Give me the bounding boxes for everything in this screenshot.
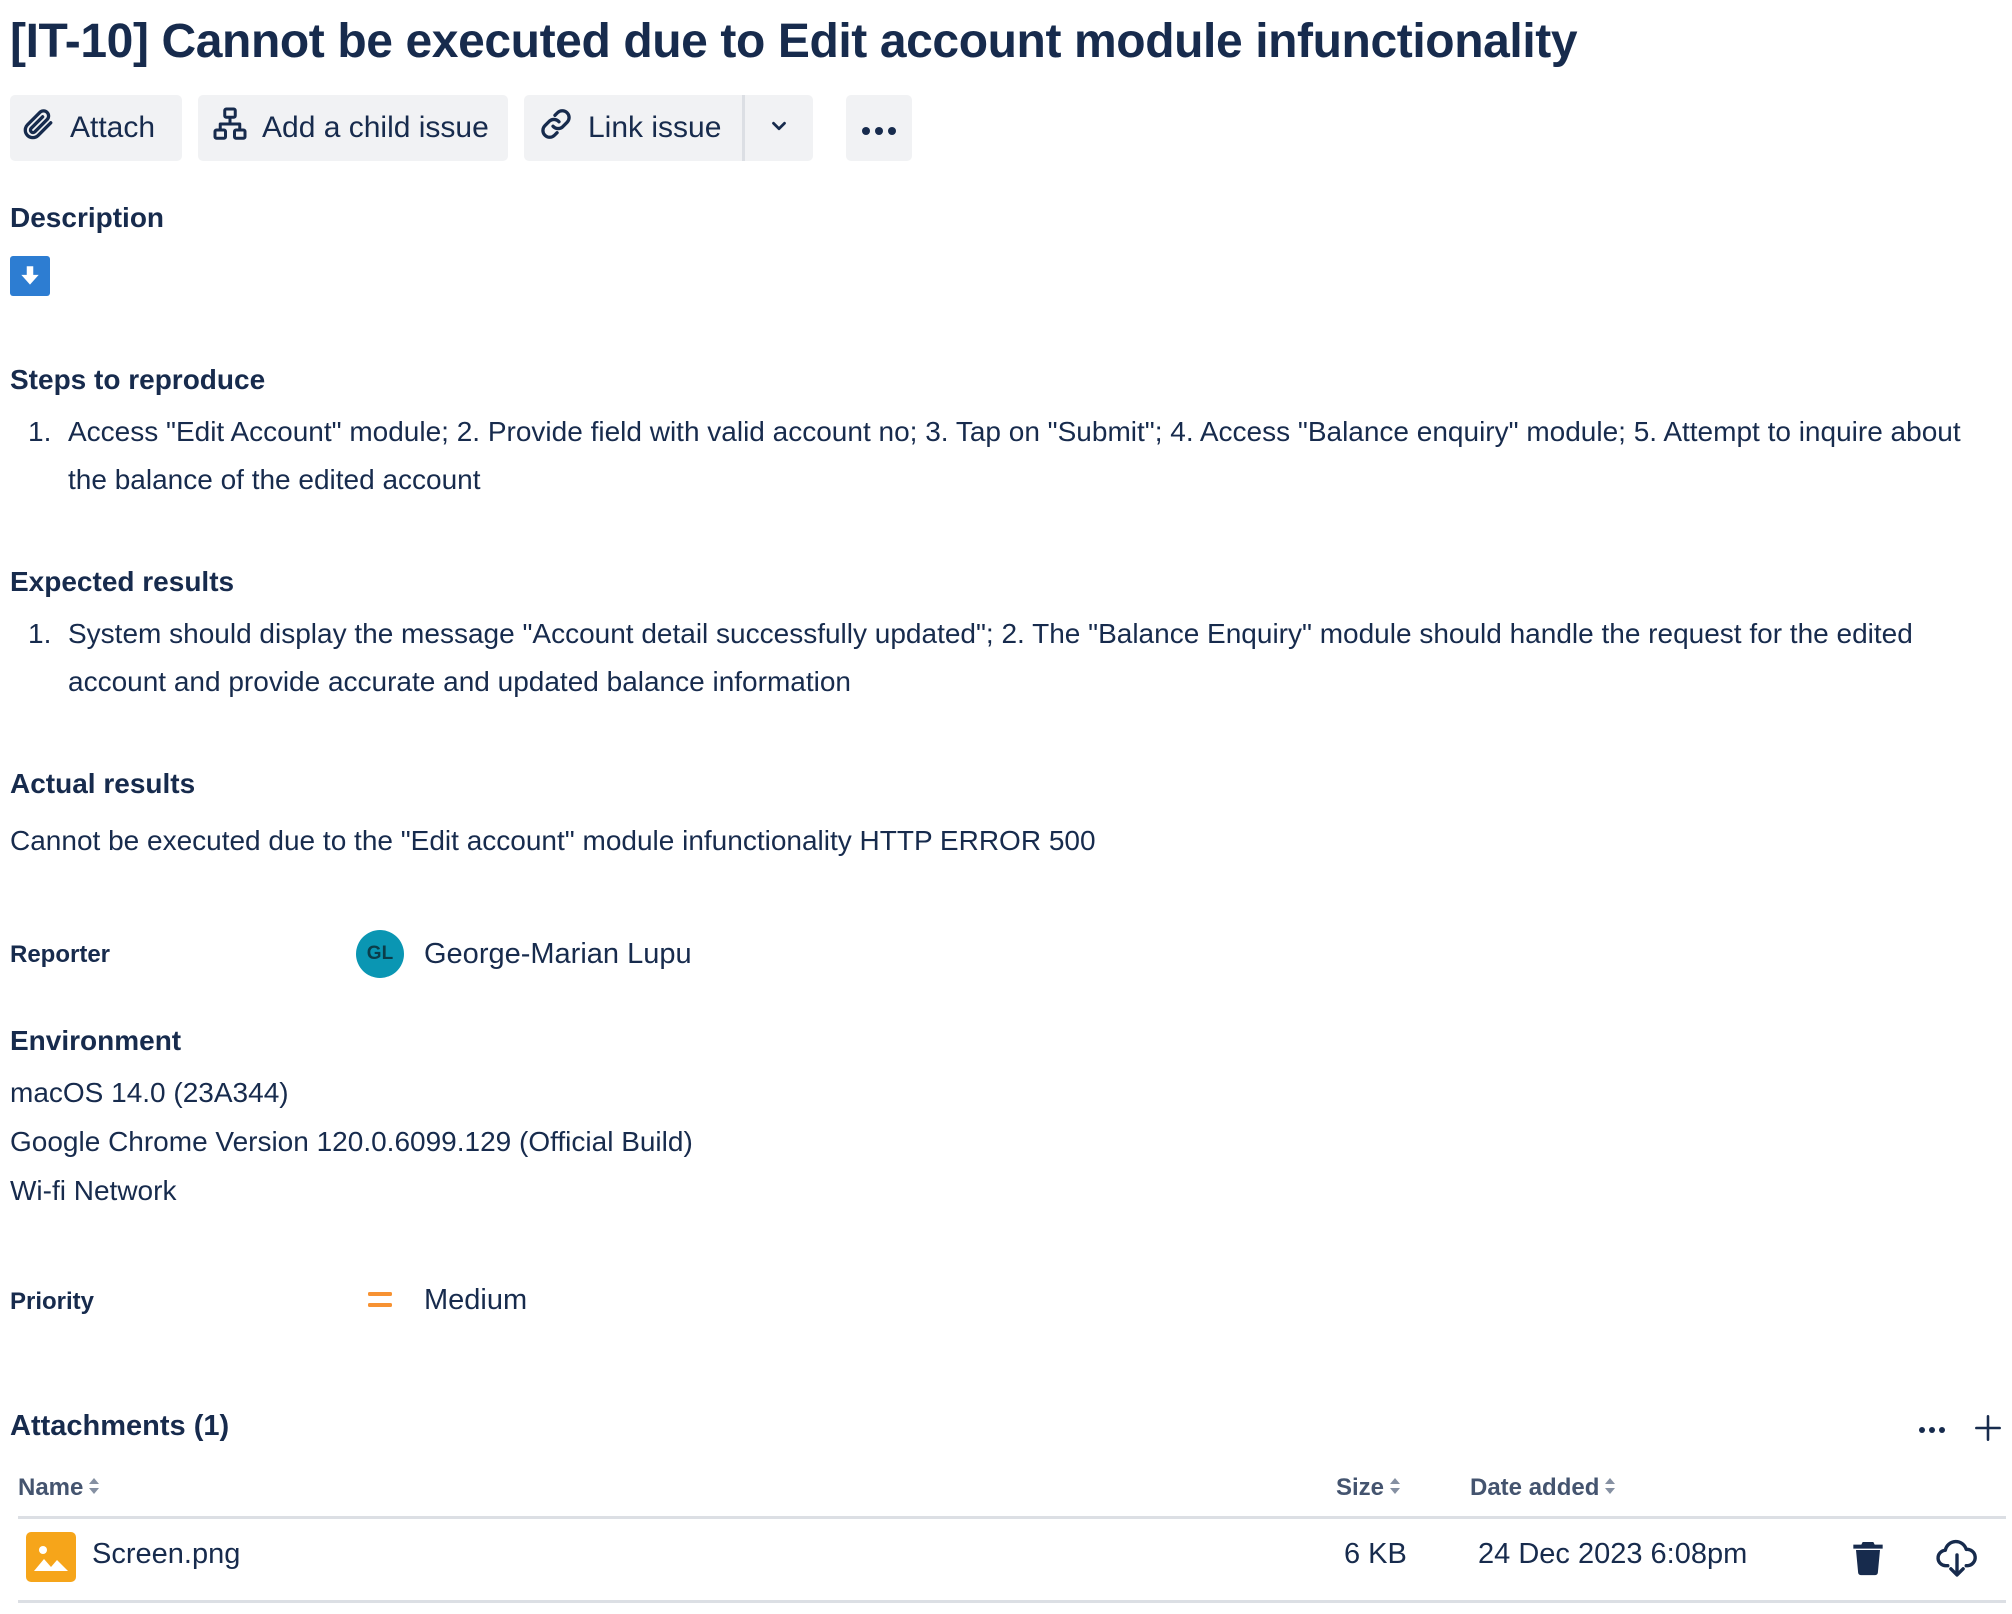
sort-icon [1604, 1474, 1616, 1502]
list-item-number: 1. [28, 618, 52, 649]
more-icon [1919, 1427, 1945, 1433]
chevron-down-icon [768, 111, 790, 145]
list-item-text: System should display the message "Accou… [68, 618, 1913, 697]
environment-line: macOS 14.0 (23A344) [10, 1077, 289, 1108]
paperclip-icon [20, 106, 56, 150]
environment-heading: Environment [10, 1025, 182, 1056]
sort-icon [88, 1474, 100, 1502]
column-header-label: Size [1336, 1474, 1385, 1501]
sort-icon [1389, 1474, 1401, 1502]
child-issue-icon [212, 106, 248, 150]
attachment-date: 24 Dec 2023 6:08pm [1478, 1538, 1748, 1570]
attach-button[interactable]: Attach [10, 95, 182, 161]
expected-list-item: 1. System should display the message "Ac… [28, 610, 1998, 706]
column-header-size[interactable]: Size [1336, 1474, 1401, 1502]
more-icon [859, 111, 899, 145]
link-icon [538, 106, 574, 150]
environment-line: Google Chrome Version 120.0.6099.129 (Of… [10, 1126, 693, 1157]
priority-medium-icon [356, 1276, 404, 1324]
download-arrow-icon [10, 256, 50, 296]
trash-icon [1853, 1542, 1883, 1576]
list-item-text: Access "Edit Account" module; 2. Provide… [68, 416, 1961, 495]
column-header-date-added[interactable]: Date added [1470, 1474, 1616, 1502]
add-child-issue-button[interactable]: Add a child issue [198, 95, 508, 161]
download-attachment-button[interactable] [1932, 1534, 1982, 1582]
column-header-name[interactable]: Name [18, 1474, 100, 1502]
priority-label: Priority [10, 1288, 95, 1315]
image-file-icon [26, 1532, 76, 1582]
add-attachment-button[interactable] [1968, 1406, 2008, 1450]
attachment-name[interactable]: Screen.png [92, 1538, 240, 1571]
issue-title[interactable]: [IT-10] Cannot be executed due to Edit a… [10, 14, 1578, 69]
actual-results-heading: Actual results [10, 768, 196, 799]
avatar[interactable]: GL [356, 930, 404, 978]
cloud-download-icon [1936, 1539, 1977, 1577]
table-row: Screen.png 6 KB 24 Dec 2023 6:08pm [18, 1520, 2006, 1600]
expected-results-heading: Expected results [10, 566, 235, 597]
attach-label: Attach [70, 111, 156, 144]
actual-results-text: Cannot be executed due to the "Edit acco… [10, 825, 1096, 856]
column-header-label: Name [18, 1474, 84, 1501]
reporter-label: Reporter [10, 941, 111, 968]
link-issue-label: Link issue [588, 111, 722, 144]
priority-value[interactable]: Medium [356, 1276, 527, 1324]
add-child-issue-label: Add a child issue [262, 111, 489, 144]
steps-list-item: 1. Access "Edit Account" module; 2. Prov… [28, 408, 1998, 504]
environment-line: Wi-fi Network [10, 1175, 177, 1206]
priority-name: Medium [424, 1283, 528, 1316]
table-header-divider [18, 1516, 2006, 1519]
more-actions-button[interactable] [846, 95, 912, 161]
steps-heading: Steps to reproduce [10, 364, 266, 395]
attachment-size: 6 KB [1344, 1538, 1407, 1570]
link-issue-button[interactable]: Link issue [524, 95, 742, 161]
reporter-value[interactable]: GL George-Marian Lupu [356, 930, 692, 978]
link-issue-dropdown-button[interactable] [745, 95, 813, 161]
attachments-more-button[interactable] [1910, 1410, 1954, 1450]
delete-attachment-button[interactable] [1846, 1534, 1890, 1582]
description-heading: Description [10, 202, 165, 233]
plus-icon [1975, 1415, 2001, 1441]
column-header-label: Date added [1470, 1474, 1600, 1501]
attachments-heading: Attachments (1) [10, 1410, 230, 1442]
table-row-divider [18, 1600, 2006, 1603]
list-item-number: 1. [28, 416, 52, 447]
reporter-name[interactable]: George-Marian Lupu [424, 938, 692, 971]
